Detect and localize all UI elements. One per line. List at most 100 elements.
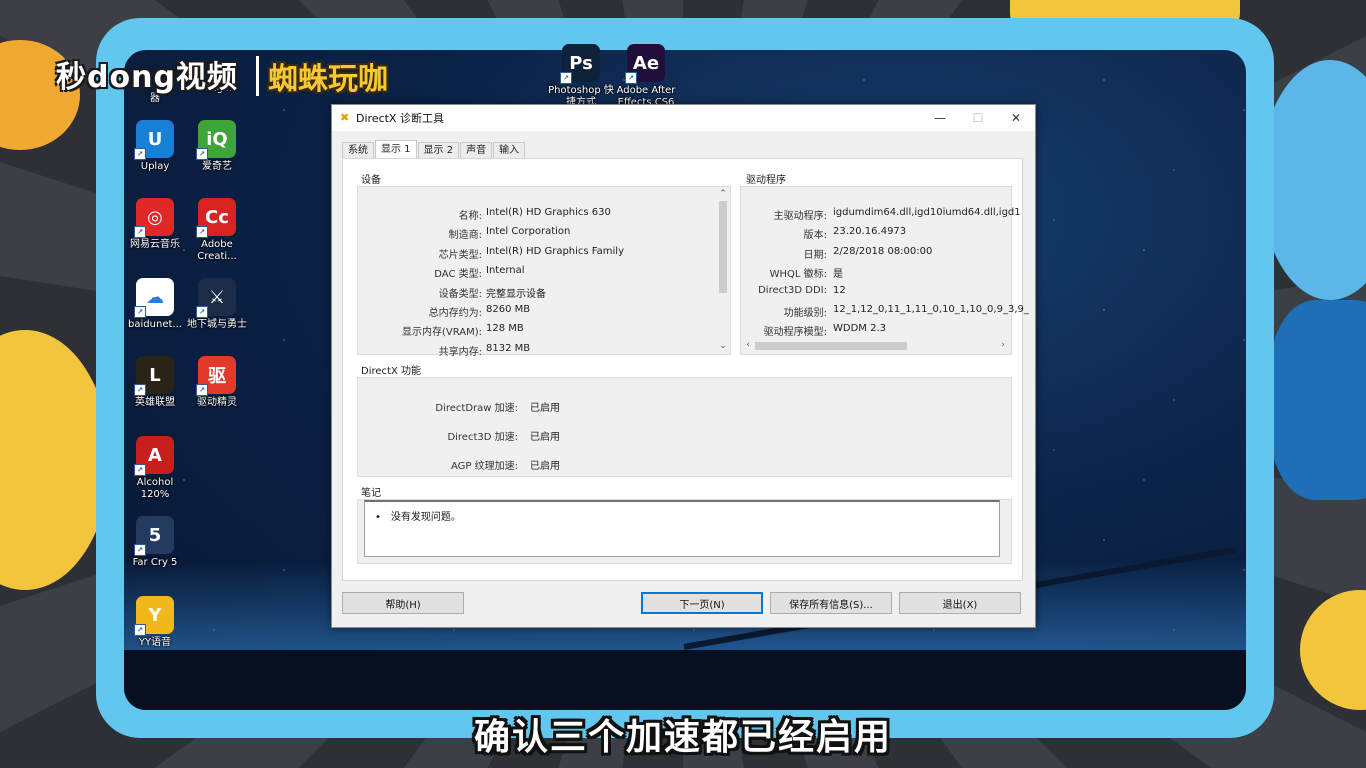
icon-label: 驱动精灵 <box>197 397 237 408</box>
window-titlebar[interactable]: ✖ DirectX 诊断工具 — ☐ ✕ <box>332 105 1035 131</box>
icon-label: 爱奇艺 <box>202 161 232 172</box>
device-group-label: 设备 <box>361 175 381 186</box>
desktop-shortcut[interactable]: iQ ↗ 爱奇艺 <box>183 120 251 173</box>
shortcut-arrow-icon: ↗ <box>196 148 208 160</box>
driver-value: 2/28/2018 08:00:00 <box>833 245 933 257</box>
driver-info-box[interactable]: 主驱动程序: igdumdim64.dll,igd10iumd64.dll,igd… <box>740 186 1029 355</box>
tab-display-2[interactable]: 显示 2 <box>417 142 460 158</box>
driver-value: WDDM 2.3 <box>833 323 886 335</box>
driver-value: 12_1,12_0,11_1,11_0,10_1,10_0,9_3,9_ <box>833 304 1029 315</box>
exit-button[interactable]: 退出(X) <box>899 592 1021 614</box>
deco-blob <box>1270 300 1366 500</box>
shortcut-arrow-icon: ↗ <box>134 464 146 476</box>
desktop-shortcut[interactable]: Ae ↗ Adobe After Effects CS6 <box>612 44 680 109</box>
device-info-box[interactable]: 名称: Intel(R) HD Graphics 630 制造商: Intel Cor… <box>357 186 731 358</box>
driver-key: 主驱动程序: <box>773 211 827 222</box>
scroll-thumb[interactable] <box>719 201 727 293</box>
help-button[interactable]: 帮助(H) <box>342 592 464 614</box>
device-key: DAC 类型: <box>434 269 482 281</box>
adobe-cc-icon: Cc ↗ <box>196 198 236 238</box>
driver-value: igdumdim64.dll,igd10iumd64.dll,igd1 <box>833 207 1021 218</box>
desktop-shortcut[interactable]: 5 ↗ Far Cry 5 <box>121 516 189 569</box>
driver-horizontal-scrollbar[interactable]: ‹ › <box>741 340 1010 352</box>
icon-label: 英雄联盟 <box>135 397 175 408</box>
shortcut-arrow-icon: ↗ <box>134 226 146 238</box>
icon-label: Far Cry 5 <box>132 557 178 568</box>
icon-label: Uplay <box>140 161 170 172</box>
shortcut-arrow-icon: ↗ <box>134 306 146 318</box>
scroll-right-icon[interactable]: › <box>997 340 1009 350</box>
tab-system[interactable]: 系统 <box>342 142 374 158</box>
icon-label: 网易云音乐 <box>130 239 180 250</box>
shortcut-arrow-icon: ↗ <box>625 72 637 84</box>
desktop-shortcut[interactable]: Y ↗ YY语音 <box>121 596 189 649</box>
driver-value: 12 <box>833 284 846 296</box>
device-key: 共享内存: <box>438 346 482 358</box>
device-value: Intel(R) HD Graphics 630 <box>486 207 611 218</box>
tab-input[interactable]: 输入 <box>493 142 526 158</box>
directx-feature-key: Direct3D 加速: <box>447 432 518 443</box>
directx-app-icon: ✖ <box>340 111 350 124</box>
desktop-shortcut[interactable]: 驱 ↗ 驱动精灵 <box>183 356 251 409</box>
directx-features-box: DirectDraw 加速: 已启用 Direct3D 加速: 已启用 AGP 纹理加速… <box>357 377 1012 477</box>
device-key: 显示内存(VRAM): <box>401 327 482 339</box>
dnf-icon: ⚔ ↗ <box>196 278 236 318</box>
desktop-shortcut[interactable]: Ps ↗ Photoshop 快捷方式 <box>547 44 615 109</box>
scroll-up-icon[interactable]: ⌃ <box>717 189 729 199</box>
minimize-button[interactable]: — <box>921 105 959 131</box>
desktop-shortcut[interactable]: Cc ↗ Adobe Creati... <box>183 198 251 263</box>
maximize-button[interactable]: ☐ <box>959 105 997 131</box>
bullet: • <box>375 512 381 523</box>
icon-label: Alcohol 120% <box>136 477 174 500</box>
desktop-shortcut[interactable]: A ↗ Alcohol 120% <box>121 436 189 501</box>
directx-diag-window[interactable]: ✖ DirectX 诊断工具 — ☐ ✕ 系统 显示 1 显示 2 声音 输入 … <box>331 104 1036 628</box>
photoshop-icon: Ps ↗ <box>560 44 600 84</box>
ground <box>124 650 1246 710</box>
next-page-button[interactable]: 下一页(N) <box>641 592 763 614</box>
uplay-icon: U ↗ <box>134 120 174 160</box>
device-key: 设备类型: <box>438 288 482 300</box>
video-subtitle: 确认三个加速都已经启用 <box>473 717 892 758</box>
window-title: DirectX 诊断工具 <box>356 112 444 125</box>
driver-key: Direct3D DDI: <box>758 284 827 296</box>
yy-icon: Y ↗ <box>134 596 174 636</box>
device-vertical-scrollbar[interactable]: ⌃ ⌄ <box>717 187 729 353</box>
directx-feature-key: DirectDraw 加速: <box>435 403 518 414</box>
driver-value: 23.20.16.4973 <box>833 226 907 238</box>
shortcut-arrow-icon: ↗ <box>134 624 146 636</box>
directx-feature-value: 已启用 <box>530 403 560 414</box>
shortcut-arrow-icon: ↗ <box>134 544 146 556</box>
driver-key: WHQL 徽标: <box>769 269 827 281</box>
icon-label: 地下城与勇士 <box>187 319 247 330</box>
device-value: 完整显示设备 <box>486 288 546 300</box>
device-value: 8132 MB <box>486 342 531 354</box>
shortcut-arrow-icon: ↗ <box>134 384 146 396</box>
device-key: 名称: <box>458 211 482 222</box>
device-value: Intel(R) HD Graphics Family <box>486 245 624 257</box>
desktop-shortcut[interactable]: U ↗ Uplay <box>121 120 189 173</box>
driver-key: 驱动程序模型: <box>763 327 827 339</box>
scroll-down-icon[interactable]: ⌄ <box>717 341 729 351</box>
device-key: 总内存约为: <box>428 308 482 319</box>
device-value: 8260 MB <box>486 304 531 315</box>
device-key: 芯片类型: <box>438 249 482 261</box>
scroll-left-icon[interactable]: ‹ <box>742 340 754 350</box>
desktop-shortcut[interactable]: ☁ ↗ baidunet... <box>121 278 189 331</box>
tab-display-1[interactable]: 显示 1 <box>375 140 417 158</box>
scroll-thumb[interactable] <box>755 342 907 350</box>
notes-item-text: 没有发现问题。 <box>390 512 461 523</box>
driver-genius-icon: 驱 ↗ <box>196 356 236 396</box>
driver-key: 功能级别: <box>783 308 827 319</box>
desktop-shortcut[interactable]: ◎ ↗ 网易云音乐 <box>121 198 189 251</box>
desktop-shortcut[interactable]: L ↗ 英雄联盟 <box>121 356 189 409</box>
netease-music-icon: ◎ ↗ <box>134 198 174 238</box>
save-all-info-button[interactable]: 保存所有信息(S)... <box>770 592 892 614</box>
notes-textbox[interactable]: • 没有发现问题。 <box>364 500 1000 557</box>
driver-key: 日期: <box>803 249 827 261</box>
directx-feature-value: 已启用 <box>530 432 560 443</box>
lol-icon: L ↗ <box>134 356 174 396</box>
directx-features-label: DirectX 功能 <box>361 366 421 377</box>
close-button[interactable]: ✕ <box>997 105 1035 131</box>
desktop-shortcut[interactable]: ⚔ ↗ 地下城与勇士 <box>183 278 251 331</box>
tab-sound[interactable]: 声音 <box>460 142 493 158</box>
